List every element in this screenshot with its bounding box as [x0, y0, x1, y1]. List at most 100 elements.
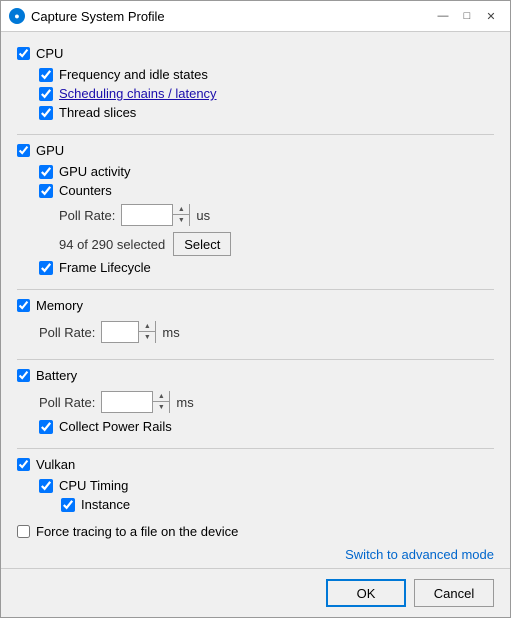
vulkan-section: Vulkan CPU Timing Instance Physical Devi…: [17, 453, 494, 512]
vulkan-section-header: Vulkan: [17, 453, 494, 476]
title-bar-controls: — □ ✕: [432, 7, 502, 25]
memory-poll-rate-row: Poll Rate: 5 ▲ ▼ ms: [39, 317, 494, 347]
cpu-timing-label: CPU Timing: [59, 478, 128, 493]
force-trace-checkbox[interactable]: [17, 525, 30, 538]
thread-slices-row: Thread slices: [39, 103, 494, 122]
scheduling-row: Scheduling chains / latency: [39, 84, 494, 103]
divider-3: [17, 359, 494, 360]
memory-checkbox[interactable]: [17, 299, 30, 312]
dialog-footer: OK Cancel: [1, 568, 510, 617]
battery-section-body: Poll Rate: 250 ▲ ▼ ms Collect Power Rail…: [17, 387, 494, 442]
cpu-section: CPU Frequency and idle states Scheduling…: [17, 42, 494, 128]
gpu-poll-rate-spinbox-buttons: ▲ ▼: [172, 204, 189, 226]
gpu-activity-label: GPU activity: [59, 164, 131, 179]
instance-row: Instance: [61, 495, 494, 512]
gpu-select-button[interactable]: Select: [173, 232, 231, 256]
battery-poll-rate-row: Poll Rate: 250 ▲ ▼ ms: [39, 387, 494, 417]
divider-4: [17, 448, 494, 449]
battery-section: Battery Poll Rate: 250 ▲ ▼ ms: [17, 364, 494, 442]
instance-label: Instance: [81, 497, 130, 512]
cpu-section-body: Frequency and idle states Scheduling cha…: [17, 65, 494, 128]
frame-lifecycle-checkbox[interactable]: [39, 261, 53, 275]
cancel-button[interactable]: Cancel: [414, 579, 494, 607]
scheduling-checkbox[interactable]: [39, 87, 53, 101]
memory-section: Memory Poll Rate: 5 ▲ ▼ ms: [17, 294, 494, 353]
gpu-poll-rate-spinbox: 1000 ▲ ▼: [121, 204, 190, 226]
battery-poll-rate-down[interactable]: ▼: [153, 402, 169, 413]
cpu-section-header: CPU: [17, 42, 494, 65]
memory-label: Memory: [36, 298, 83, 313]
battery-label: Battery: [36, 368, 77, 383]
battery-poll-rate-up[interactable]: ▲: [153, 391, 169, 402]
content-area: CPU Frequency and idle states Scheduling…: [1, 32, 510, 512]
minimize-button[interactable]: —: [432, 7, 454, 25]
gpu-select-row: 94 of 290 selected Select: [39, 230, 494, 258]
window-icon: ●: [9, 8, 25, 24]
collect-power-rails-row: Collect Power Rails: [39, 417, 494, 436]
battery-poll-rate-spinbox: 250 ▲ ▼: [101, 391, 170, 413]
battery-poll-rate-unit: ms: [176, 395, 193, 410]
battery-poll-rate-spinbox-buttons: ▲ ▼: [152, 391, 169, 413]
frequency-row: Frequency and idle states: [39, 65, 494, 84]
vulkan-section-body: CPU Timing Instance Physical Device Devi…: [17, 476, 494, 512]
close-button[interactable]: ✕: [480, 7, 502, 25]
bottom-row: Force tracing to a file on the device: [1, 512, 510, 547]
memory-poll-rate-spinbox-buttons: ▲ ▼: [138, 321, 155, 343]
divider-2: [17, 289, 494, 290]
thread-slices-checkbox[interactable]: [39, 106, 53, 120]
gpu-activity-row: GPU activity: [39, 162, 494, 181]
frame-lifecycle-row: Frame Lifecycle: [39, 258, 494, 277]
gpu-checkbox[interactable]: [17, 144, 30, 157]
ok-button[interactable]: OK: [326, 579, 406, 607]
vulkan-checkbox[interactable]: [17, 458, 30, 471]
collect-power-rails-checkbox[interactable]: [39, 420, 53, 434]
battery-section-header: Battery: [17, 364, 494, 387]
window-title: Capture System Profile: [31, 9, 432, 24]
cpu-checkbox[interactable]: [17, 47, 30, 60]
gpu-poll-rate-label: Poll Rate:: [59, 208, 115, 223]
frame-lifecycle-label: Frame Lifecycle: [59, 260, 151, 275]
force-trace-label: Force tracing to a file on the device: [36, 524, 238, 539]
memory-section-header: Memory: [17, 294, 494, 317]
capture-system-profile-window: ● Capture System Profile — □ ✕ CPU Frequ…: [0, 0, 511, 618]
gpu-counters-label: Counters: [59, 183, 112, 198]
gpu-poll-rate-row: Poll Rate: 1000 ▲ ▼ us: [39, 200, 494, 230]
gpu-select-info: 94 of 290 selected: [59, 237, 165, 252]
gpu-activity-checkbox[interactable]: [39, 165, 53, 179]
cpu-timing-items: Instance Physical Device Device Queue: [39, 495, 494, 512]
gpu-label: GPU: [36, 143, 64, 158]
maximize-button[interactable]: □: [456, 7, 478, 25]
battery-poll-rate-input[interactable]: 250: [102, 392, 152, 412]
gpu-poll-rate-input[interactable]: 1000: [122, 205, 172, 225]
instance-checkbox[interactable]: [61, 498, 75, 512]
divider-1: [17, 134, 494, 135]
memory-poll-rate-unit: ms: [162, 325, 179, 340]
advanced-mode-link[interactable]: Switch to advanced mode: [345, 547, 494, 562]
memory-poll-rate-input[interactable]: 5: [102, 322, 138, 342]
thread-slices-label: Thread slices: [59, 105, 136, 120]
memory-poll-rate-up[interactable]: ▲: [139, 321, 155, 332]
gpu-section-body: GPU activity Counters Poll Rate: 1000 ▲ …: [17, 162, 494, 283]
gpu-counters-checkbox[interactable]: [39, 184, 53, 198]
gpu-poll-rate-unit: us: [196, 208, 210, 223]
vulkan-label: Vulkan: [36, 457, 75, 472]
memory-section-body: Poll Rate: 5 ▲ ▼ ms: [17, 317, 494, 353]
frequency-checkbox[interactable]: [39, 68, 53, 82]
force-trace-row: Force tracing to a file on the device: [17, 518, 238, 545]
collect-power-rails-label: Collect Power Rails: [59, 419, 172, 434]
cpu-timing-row: CPU Timing: [39, 476, 494, 495]
gpu-section: GPU GPU activity Counters Poll Rate: 100…: [17, 139, 494, 283]
gpu-section-header: GPU: [17, 139, 494, 162]
scheduling-label: Scheduling chains / latency: [59, 86, 217, 101]
cpu-timing-checkbox[interactable]: [39, 479, 53, 493]
memory-poll-rate-label: Poll Rate:: [39, 325, 95, 340]
gpu-poll-rate-up[interactable]: ▲: [173, 204, 189, 215]
title-bar: ● Capture System Profile — □ ✕: [1, 1, 510, 32]
cpu-label: CPU: [36, 46, 63, 61]
advanced-link-row: Switch to advanced mode: [1, 547, 510, 568]
frequency-label: Frequency and idle states: [59, 67, 208, 82]
gpu-counters-row: Counters: [39, 181, 494, 200]
gpu-poll-rate-down[interactable]: ▼: [173, 215, 189, 226]
battery-checkbox[interactable]: [17, 369, 30, 382]
memory-poll-rate-down[interactable]: ▼: [139, 332, 155, 343]
